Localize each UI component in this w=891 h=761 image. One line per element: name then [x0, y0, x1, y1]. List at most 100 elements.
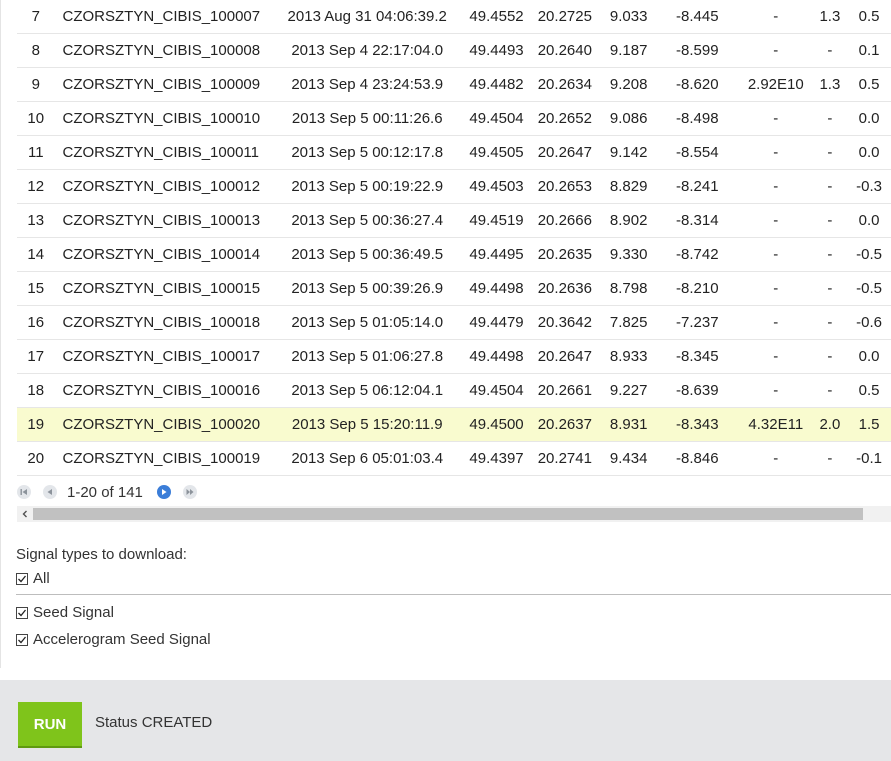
cell-latitude: 49.4493 [465, 33, 528, 68]
checkbox-all-box[interactable] [16, 572, 28, 585]
cell-event-date: 2013 Sep 5 00:36:49.5 [269, 237, 466, 272]
table-row[interactable]: 11 CZORSZTYN_CIBIS_100011 2013 Sep 5 00:12… [17, 135, 891, 170]
table-row[interactable]: 20 CZORSZTYN_CIBIS_100019 2013 Sep 6 05:01… [17, 441, 891, 476]
first-page-icon[interactable] [17, 485, 31, 499]
cell-event-date: 2013 Sep 5 00:19:22.9 [269, 169, 466, 204]
cell-value-3: - [738, 101, 813, 136]
cell-value-3: 4.32E11 [738, 407, 813, 442]
cell-longitude: 20.2666 [528, 203, 602, 238]
cell-value-5: 0.1 [847, 33, 891, 68]
table-row[interactable]: 8 CZORSZTYN_CIBIS_100008 2013 Sep 4 22:17:… [17, 33, 891, 68]
cell-event-name: CZORSZTYN_CIBIS_100012 [54, 169, 270, 204]
cell-value-5: -0.5 [847, 271, 891, 306]
divider [16, 594, 891, 595]
cell-value-4: - [812, 373, 848, 408]
cell-row-number: 20 [17, 441, 55, 476]
checkbox-seed-signal-box[interactable] [16, 606, 28, 619]
pagination: 1-20 of 141 [17, 482, 209, 502]
cell-value-5: 0.0 [847, 101, 891, 136]
footer-bar: RUN Status CREATED [0, 680, 891, 761]
horizontal-scrollbar[interactable] [17, 506, 891, 522]
last-page-icon[interactable] [182, 485, 197, 499]
table-row[interactable]: 10 CZORSZTYN_CIBIS_100010 2013 Sep 5 00:11… [17, 101, 891, 136]
cell-latitude: 49.4482 [465, 67, 528, 102]
scroll-left-icon[interactable] [17, 506, 33, 522]
cell-value-4: - [812, 271, 848, 306]
cell-longitude: 20.2647 [528, 339, 602, 374]
cell-event-name: CZORSZTYN_CIBIS_100018 [54, 305, 270, 340]
checkbox-accelerogram-seed-signal-box[interactable] [16, 633, 28, 646]
cell-event-date: 2013 Sep 5 01:06:27.8 [269, 339, 466, 374]
cell-value-2: -8.314 [655, 203, 739, 238]
cell-event-name: CZORSZTYN_CIBIS_100016 [54, 373, 270, 408]
cell-longitude: 20.2741 [528, 441, 602, 476]
cell-longitude: 20.2661 [528, 373, 602, 408]
cell-row-number: 11 [17, 135, 55, 170]
cell-value-2: -8.846 [655, 441, 739, 476]
cell-value-5: -0.6 [847, 305, 891, 340]
cell-value-4: - [812, 135, 848, 170]
cell-value-3: - [738, 169, 813, 204]
cell-value-2: -8.345 [655, 339, 739, 374]
cell-value-3: 2.92E10 [738, 67, 813, 102]
cell-value-2: -8.620 [655, 67, 739, 102]
table-row[interactable]: 9 CZORSZTYN_CIBIS_100009 2013 Sep 4 23:24:… [17, 67, 891, 102]
cell-latitude: 49.4519 [465, 203, 528, 238]
table-row[interactable]: 12 CZORSZTYN_CIBIS_100012 2013 Sep 5 00:19… [17, 169, 891, 204]
events-table-body: 7 CZORSZTYN_CIBIS_100007 2013 Aug 31 04:06… [17, 0, 891, 476]
checkbox-all-label: All [33, 570, 50, 587]
checkbox-all[interactable]: All [16, 570, 50, 587]
prev-page-icon[interactable] [43, 485, 57, 499]
cell-value-3: - [738, 305, 813, 340]
cell-latitude: 49.4552 [465, 0, 528, 34]
cell-event-name: CZORSZTYN_CIBIS_100009 [54, 67, 270, 102]
cell-longitude: 20.2637 [528, 407, 602, 442]
cell-event-date: 2013 Sep 4 22:17:04.0 [269, 33, 466, 68]
next-page-icon[interactable] [156, 485, 171, 499]
cell-value-2: -8.742 [655, 237, 739, 272]
table-row[interactable]: 18 CZORSZTYN_CIBIS_100016 2013 Sep 5 06:12… [17, 373, 891, 408]
cell-latitude: 49.4505 [465, 135, 528, 170]
table-row[interactable]: 19 CZORSZTYN_CIBIS_100020 2013 Sep 5 15:20… [17, 407, 891, 442]
table-row[interactable]: 15 CZORSZTYN_CIBIS_100015 2013 Sep 5 00:39… [17, 271, 891, 306]
cell-latitude: 49.4498 [465, 339, 528, 374]
cell-value-5: 1.5 [847, 407, 891, 442]
cell-event-date: 2013 Sep 5 00:36:27.4 [269, 203, 466, 238]
cell-value-2: -8.343 [655, 407, 739, 442]
cell-row-number: 16 [17, 305, 55, 340]
cell-latitude: 49.4500 [465, 407, 528, 442]
checkbox-seed-signal-label: Seed Signal [33, 604, 114, 621]
cell-value-4: - [812, 203, 848, 238]
cell-longitude: 20.2653 [528, 169, 602, 204]
table-row[interactable]: 14 CZORSZTYN_CIBIS_100014 2013 Sep 5 00:36… [17, 237, 891, 272]
scrollbar-thumb[interactable] [33, 508, 863, 520]
table-row[interactable]: 16 CZORSZTYN_CIBIS_100018 2013 Sep 5 01:05… [17, 305, 891, 340]
table-row[interactable]: 7 CZORSZTYN_CIBIS_100007 2013 Aug 31 04:06… [17, 0, 891, 34]
cell-longitude: 20.3642 [528, 305, 602, 340]
signal-types-title: Signal types to download: [16, 546, 187, 563]
cell-value-3: - [738, 237, 813, 272]
pagination-range: 1-20 of 141 [67, 483, 143, 501]
status-text: Status CREATED [95, 714, 213, 731]
cell-event-date: 2013 Sep 4 23:24:53.9 [269, 67, 466, 102]
cell-longitude: 20.2635 [528, 237, 602, 272]
cell-event-name: CZORSZTYN_CIBIS_100015 [54, 271, 270, 306]
cell-event-date: 2013 Sep 5 00:11:26.6 [269, 101, 466, 136]
cell-value-4: - [812, 305, 848, 340]
cell-value-4: 1.3 [812, 0, 848, 34]
cell-value-5: -0.1 [847, 441, 891, 476]
cell-event-name: CZORSZTYN_CIBIS_100008 [54, 33, 270, 68]
cell-event-date: 2013 Sep 5 06:12:04.1 [269, 373, 466, 408]
cell-value-1: 9.142 [601, 135, 656, 170]
checkbox-accelerogram-seed-signal[interactable]: Accelerogram Seed Signal [16, 631, 211, 648]
cell-value-3: - [738, 33, 813, 68]
run-button[interactable]: RUN [18, 702, 82, 746]
cell-row-number: 7 [17, 0, 55, 34]
cell-value-1: 7.825 [601, 305, 656, 340]
table-row[interactable]: 17 CZORSZTYN_CIBIS_100017 2013 Sep 5 01:06… [17, 339, 891, 374]
cell-value-2: -8.554 [655, 135, 739, 170]
cell-value-1: 9.434 [601, 441, 656, 476]
table-row[interactable]: 13 CZORSZTYN_CIBIS_100013 2013 Sep 5 00:36… [17, 203, 891, 238]
cell-value-2: -8.498 [655, 101, 739, 136]
checkbox-seed-signal[interactable]: Seed Signal [16, 604, 114, 621]
